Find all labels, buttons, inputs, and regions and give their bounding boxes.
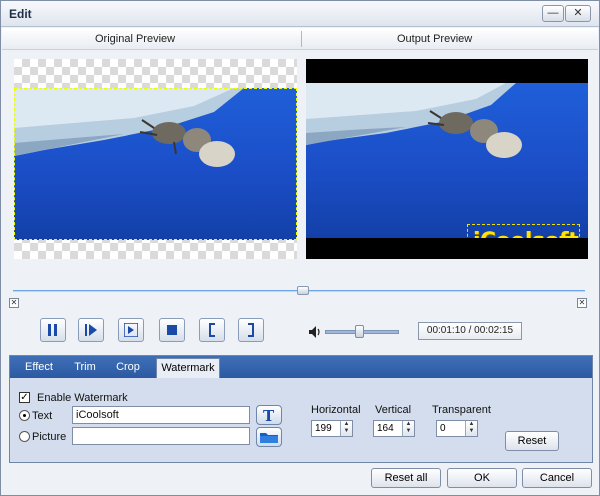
- picture-option-label: Picture: [32, 431, 67, 443]
- pause-button[interactable]: [40, 318, 66, 342]
- mark-in-button[interactable]: [199, 318, 225, 342]
- next-frame-icon: [124, 323, 138, 337]
- enable-watermark-checkbox[interactable]: ✓: [19, 392, 30, 403]
- stop-icon: [167, 325, 177, 335]
- output-preview-label: Output Preview: [397, 33, 473, 45]
- tab-bar: Effect Trim Crop Watermark: [10, 356, 592, 378]
- spin-up-icon[interactable]: ▲: [466, 421, 477, 428]
- tab-effect[interactable]: Effect: [14, 356, 64, 378]
- spin-up-icon[interactable]: ▲: [341, 421, 352, 428]
- play-button[interactable]: [78, 318, 104, 342]
- trim-end-marker[interactable]: ✕: [577, 298, 587, 308]
- edit-dialog: Edit — ✕ Original Preview Output Preview: [0, 0, 600, 496]
- window-title: Edit: [9, 7, 32, 21]
- mark-out-button[interactable]: [238, 318, 264, 342]
- reset-all-button[interactable]: Reset all: [371, 468, 441, 488]
- speaker-icon[interactable]: [308, 325, 322, 339]
- spin-down-icon[interactable]: ▼: [466, 428, 477, 435]
- original-preview: [14, 59, 297, 259]
- vertical-spin-buttons[interactable]: ▲ ▼: [402, 421, 414, 436]
- enable-watermark-label: Enable Watermark: [37, 392, 128, 404]
- vertical-label: Vertical: [375, 404, 412, 416]
- output-video-frame: iCoolsoft: [306, 83, 588, 238]
- spin-down-icon[interactable]: ▼: [403, 428, 414, 435]
- reset-button[interactable]: Reset: [505, 431, 559, 451]
- settings-panel: Effect Trim Crop Watermark ✓ Enable Wate…: [9, 355, 593, 463]
- text-font-icon: T: [263, 407, 275, 425]
- preview-header: Original Preview Output Preview: [2, 28, 598, 50]
- font-button[interactable]: T: [256, 405, 282, 425]
- play-icon: [85, 324, 97, 336]
- transparent-label: Transparent: [432, 404, 491, 416]
- playback-controls: 00:01:10 / 00:02:15: [9, 314, 593, 350]
- transparent-value: 0: [440, 423, 446, 434]
- horizontal-spin-buttons[interactable]: ▲ ▼: [340, 421, 352, 436]
- timeline[interactable]: ✕ ✕: [9, 284, 589, 312]
- spin-down-icon[interactable]: ▼: [341, 428, 352, 435]
- horizontal-value: 199: [315, 423, 332, 434]
- cancel-button[interactable]: Cancel: [522, 468, 592, 488]
- vertical-value: 164: [377, 423, 394, 434]
- folder-icon: [260, 433, 278, 443]
- vertical-spinner[interactable]: 164 ▲ ▼: [373, 420, 415, 437]
- mark-in-icon: [209, 323, 215, 337]
- transparent-spinner[interactable]: 0 ▲ ▼: [436, 420, 478, 437]
- tab-crop[interactable]: Crop: [106, 356, 150, 378]
- trim-start-marker[interactable]: ✕: [9, 298, 19, 308]
- watermark-overlay-text: iCoolsoft: [473, 229, 579, 238]
- horizontal-label: Horizontal: [311, 404, 361, 416]
- squirrel-image: [427, 110, 522, 158]
- output-preview: iCoolsoft: [306, 59, 588, 259]
- pause-icon: [48, 324, 57, 336]
- horizontal-spinner[interactable]: 199 ▲ ▼: [311, 420, 353, 437]
- ok-button[interactable]: OK: [447, 468, 517, 488]
- svg-text:T: T: [263, 407, 275, 424]
- text-option-label: Text: [32, 410, 53, 422]
- stop-button[interactable]: [159, 318, 185, 342]
- minimize-button[interactable]: —: [542, 5, 564, 22]
- close-button[interactable]: ✕: [565, 5, 591, 22]
- picture-radio[interactable]: [19, 431, 30, 442]
- spin-up-icon[interactable]: ▲: [403, 421, 414, 428]
- next-frame-button[interactable]: [118, 318, 144, 342]
- mark-out-icon: [248, 323, 254, 337]
- crop-selection-box[interactable]: [14, 88, 297, 240]
- header-divider: [301, 31, 302, 47]
- volume-slider-thumb[interactable]: [355, 325, 364, 338]
- original-preview-label: Original Preview: [95, 33, 176, 45]
- title-bar[interactable]: Edit — ✕: [1, 1, 599, 27]
- watermark-text-input[interactable]: iCoolsoft: [72, 406, 250, 424]
- tab-trim[interactable]: Trim: [64, 356, 106, 378]
- watermark-picture-input[interactable]: [72, 427, 250, 445]
- tab-watermark[interactable]: Watermark: [156, 358, 220, 378]
- timeline-thumb[interactable]: [297, 286, 309, 295]
- watermark-box[interactable]: iCoolsoft: [467, 224, 580, 238]
- browse-picture-button[interactable]: [256, 427, 282, 447]
- text-radio[interactable]: [19, 410, 30, 421]
- transparent-spin-buttons[interactable]: ▲ ▼: [465, 421, 477, 436]
- time-display: 00:01:10 / 00:02:15: [418, 322, 522, 340]
